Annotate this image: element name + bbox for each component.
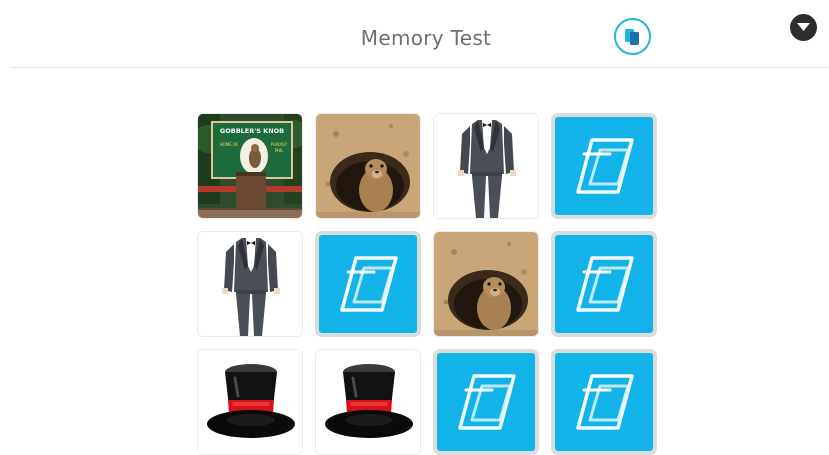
memory-card[interactable] [433,113,539,219]
black-top-hat-red-band [316,350,420,454]
svg-text:PUNXSY: PUNXSY [271,142,288,147]
svg-text:PHIL: PHIL [275,148,285,153]
memory-card[interactable] [197,349,303,455]
memory-card-back[interactable] [551,349,657,455]
svg-text:HOME OF: HOME OF [220,142,240,147]
nearpod-card-back-icon [458,374,516,430]
page-title: Memory Test [360,26,492,50]
memory-card[interactable] [433,231,539,337]
nearpod-card-back-icon [576,138,634,194]
nearpod-card-back-icon [576,256,634,312]
nearpod-card-back-icon [576,374,634,430]
memory-card[interactable] [315,349,421,455]
tuxedo-suit-photo [434,114,538,218]
nearpod-logo-button[interactable] [614,18,651,55]
memory-card-back[interactable] [551,113,657,219]
chevron-down-icon [797,23,810,31]
app-header: Memory Test [0,0,829,68]
header-divider [10,67,829,68]
groundhog-day-stage-photo: GOBBLER'S KNOB HOME OF PUNXSY PHIL [198,114,302,218]
groundhog-in-burrow-photo [434,232,538,336]
memory-card-back[interactable] [551,231,657,337]
tuxedo-suit-photo [198,232,302,336]
sign-line1: GOBBLER'S KNOB [220,127,284,135]
memory-card-back[interactable] [433,349,539,455]
black-top-hat-red-band [198,350,302,454]
dropdown-menu-button[interactable] [790,14,817,41]
memory-card[interactable]: GOBBLER'S KNOB HOME OF PUNXSY PHIL [197,113,303,219]
groundhog-in-burrow-photo [316,114,420,218]
memory-card[interactable] [315,113,421,219]
nearpod-card-back-icon [340,256,398,312]
nearpod-logo-icon [625,29,639,45]
memory-card[interactable] [197,231,303,337]
memory-card-back[interactable] [315,231,421,337]
